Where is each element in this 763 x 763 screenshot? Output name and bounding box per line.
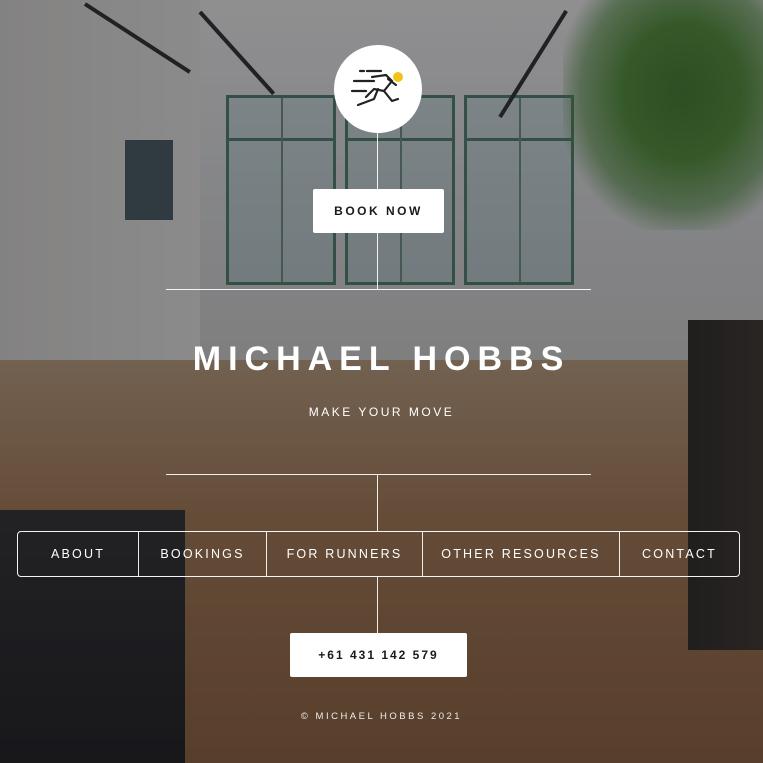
footer-copyright: © MICHAEL HOBBS 2021 — [300, 711, 463, 722]
nav-item-bookings[interactable]: BOOKINGS — [139, 532, 267, 576]
connector-line — [377, 133, 378, 189]
tagline: MAKE YOUR MOVE — [308, 405, 455, 419]
divider-bottom — [166, 474, 591, 475]
connector-line — [377, 233, 378, 290]
running-man-icon — [350, 69, 403, 107]
connector-line — [377, 577, 378, 633]
nav-item-about[interactable]: ABOUT — [18, 532, 139, 576]
nav-item-for-runners[interactable]: FOR RUNNERS — [267, 532, 423, 576]
main-nav: ABOUT BOOKINGS FOR RUNNERS OTHER RESOURC… — [17, 531, 740, 577]
nav-item-other-resources[interactable]: OTHER RESOURCES — [423, 532, 620, 576]
logo[interactable] — [334, 45, 422, 133]
book-now-button[interactable]: BOOK NOW — [313, 189, 444, 233]
divider-top — [166, 289, 591, 290]
site-title: MICHAEL HOBBS — [192, 340, 571, 378]
phone-button[interactable]: +61 431 142 579 — [290, 633, 467, 677]
nav-item-contact[interactable]: CONTACT — [620, 532, 739, 576]
connector-line — [377, 475, 378, 531]
